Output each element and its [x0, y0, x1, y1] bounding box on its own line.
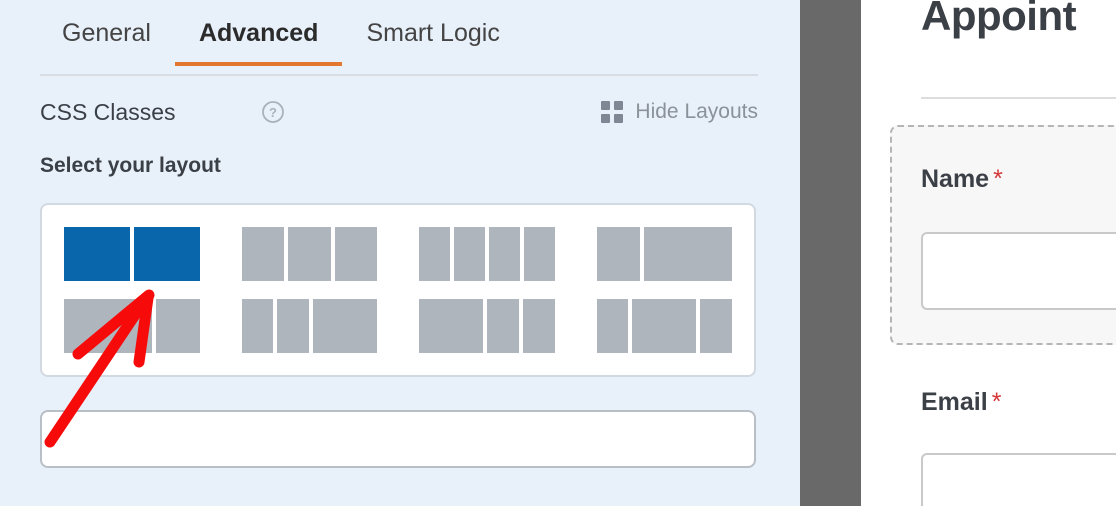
layout-option-two-equal-columns[interactable] — [64, 227, 200, 281]
name-field-label: Name * — [921, 165, 1003, 194]
hide-layouts-button[interactable]: Hide Layouts — [601, 96, 758, 128]
layout-options-grid — [64, 227, 732, 353]
layout-option-four-equal-columns[interactable] — [419, 227, 555, 281]
layout-chooser — [40, 203, 756, 377]
grid-2x2-icon — [601, 101, 624, 123]
name-required-marker: * — [993, 165, 1003, 193]
layout-option-quarter-half-quarter[interactable] — [596, 299, 732, 353]
form-preview-panel: Appoint Name * Email * — [861, 0, 1116, 506]
css-classes-input[interactable] — [40, 410, 756, 468]
email-field-input[interactable] — [921, 453, 1116, 506]
tab-advanced[interactable]: Advanced — [174, 14, 343, 66]
hide-layouts-label: Hide Layouts — [635, 100, 758, 123]
layout-option-one-third-two-thirds[interactable] — [596, 227, 732, 281]
name-label-text: Name — [921, 165, 990, 193]
layout-option-half-quarter-quarter[interactable] — [419, 299, 555, 353]
css-classes-label: CSS Classes — [40, 99, 176, 125]
svg-text:?: ? — [269, 105, 277, 120]
tab-smart-logic[interactable]: Smart Logic — [342, 14, 523, 66]
email-required-marker: * — [991, 388, 1002, 416]
form-builder-screen: General Advanced Smart Logic CSS Classes… — [0, 0, 1116, 506]
form-title: Appoint — [921, 0, 1077, 39]
email-label-text: Email — [921, 388, 988, 416]
form-title-divider — [921, 97, 1116, 99]
tabs-divider — [40, 74, 758, 76]
layout-option-two-thirds-one-third[interactable] — [64, 299, 200, 353]
field-options-panel: General Advanced Smart Logic CSS Classes… — [0, 0, 800, 506]
select-layout-heading: Select your layout — [40, 154, 221, 177]
question-circle-icon[interactable]: ? — [261, 100, 285, 124]
layout-option-three-equal-columns[interactable] — [241, 227, 377, 281]
layout-option-quarter-quarter-half[interactable] — [241, 299, 377, 353]
css-classes-row: CSS Classes ? Hide Layouts — [40, 96, 758, 128]
settings-tabs: General Advanced Smart Logic — [40, 14, 758, 76]
email-field-label: Email * — [921, 388, 1001, 417]
name-field-input[interactable] — [921, 232, 1116, 310]
panel-divider — [800, 0, 861, 506]
tab-general[interactable]: General — [40, 14, 175, 66]
